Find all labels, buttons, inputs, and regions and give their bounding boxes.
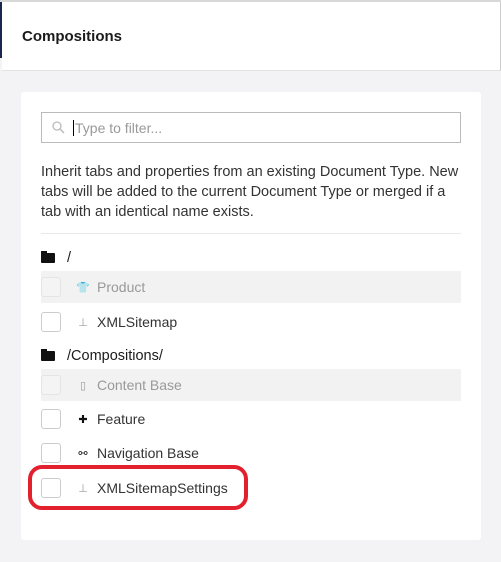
- checkbox[interactable]: [41, 409, 61, 429]
- folder-root: /: [41, 250, 71, 266]
- item-label: Navigation Base: [97, 445, 199, 461]
- folder-icon: [41, 349, 55, 361]
- puzzle-icon: ✚: [78, 413, 88, 426]
- list-item-product: 👕 Product: [41, 271, 461, 303]
- sitemap-icon: ⊥: [78, 316, 88, 329]
- search-icon: [52, 121, 65, 134]
- checkbox[interactable]: [41, 312, 61, 332]
- divider: [41, 233, 461, 234]
- list-item-content-base: ▯ Content Base: [41, 369, 461, 401]
- folder-label: /: [67, 250, 72, 266]
- folder-icon: [41, 251, 55, 263]
- highlight-annotation: [28, 465, 248, 510]
- description: Inherit tabs and properties from an exis…: [41, 164, 459, 220]
- shirt-icon: 👕: [76, 281, 90, 294]
- item-label: Feature: [97, 411, 146, 427]
- nodes-icon: ⚯: [78, 447, 88, 460]
- folder-label: /Compositions/: [67, 348, 163, 364]
- left-accent: [0, 2, 2, 58]
- folder-compositions: /Compositions/: [41, 348, 163, 364]
- document-icon: ▯: [79, 379, 87, 392]
- item-label: XMLSitemap: [97, 314, 178, 330]
- checkbox[interactable]: [41, 443, 61, 463]
- page-title: Compositions: [22, 28, 122, 45]
- filter-box[interactable]: [41, 112, 461, 143]
- checkbox: [41, 277, 61, 297]
- item-label: Product: [97, 279, 146, 295]
- list-item-feature[interactable]: ✚ Feature: [41, 403, 461, 435]
- filter-input[interactable]: [73, 119, 433, 136]
- list-item-xmlsitemap[interactable]: ⊥ XMLSitemap: [41, 306, 461, 338]
- dialog-header: Compositions: [2, 2, 501, 71]
- item-label: Content Base: [97, 377, 182, 393]
- checkbox: [41, 375, 61, 395]
